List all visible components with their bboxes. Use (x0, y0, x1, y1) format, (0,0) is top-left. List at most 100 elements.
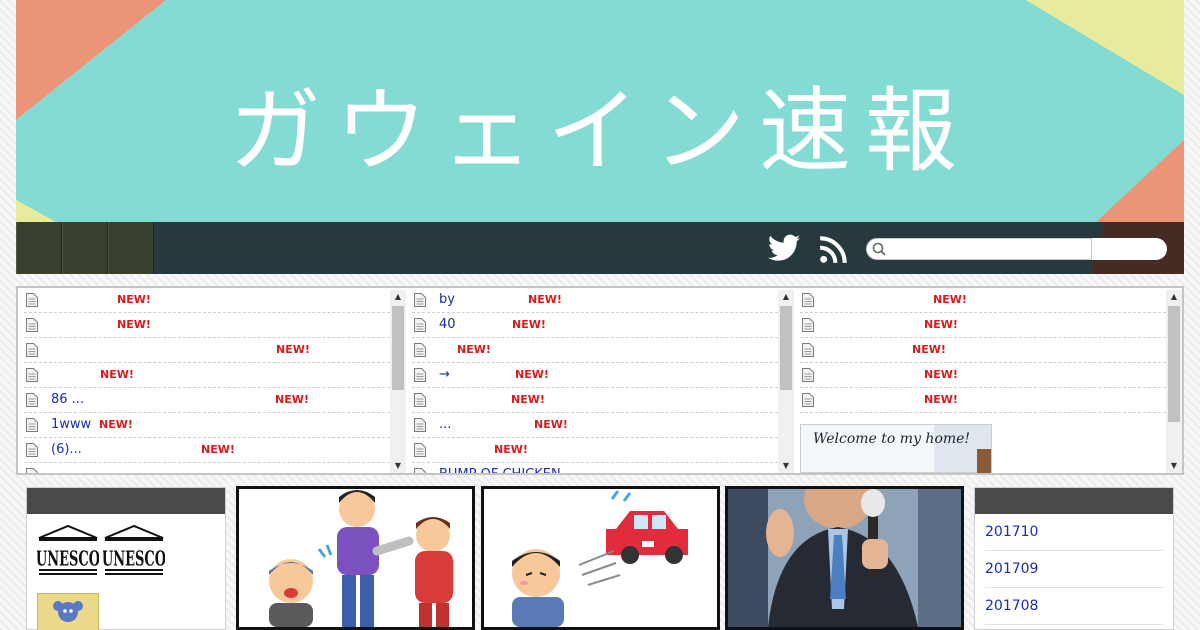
rss-item-title[interactable]: ... (439, 413, 451, 437)
document-icon (414, 368, 426, 382)
unesco-logo[interactable]: UNESCO (36, 524, 100, 584)
rss-item[interactable]: NEW! (412, 338, 778, 363)
archive-link[interactable]: 201710 (985, 524, 1038, 540)
scroll-up-icon[interactable]: ▲ (778, 290, 794, 304)
document-icon (26, 418, 38, 432)
new-badge: NEW! (99, 418, 133, 431)
new-badge: NEW! (100, 368, 134, 381)
scroll-down-icon[interactable]: ▼ (778, 459, 794, 473)
new-badge: NEW! (515, 368, 549, 381)
featured-image-2[interactable] (481, 486, 720, 630)
rss-item[interactable]: ... NEW! (412, 413, 778, 438)
car-accident-illustration (484, 489, 717, 627)
bullying-illustration (239, 489, 472, 627)
rss-item[interactable]: NEW! (800, 288, 1166, 313)
rss-item[interactable]: BUMP OF CHICKEN (412, 463, 778, 473)
archive-item: 201710 (985, 514, 1163, 551)
door-graphic (977, 449, 991, 473)
new-badge: NEW! (528, 293, 562, 306)
scroll-up-icon[interactable]: ▲ (1166, 290, 1182, 304)
new-badge: NEW! (275, 393, 309, 406)
document-icon (802, 368, 814, 382)
rss-item[interactable]: NEW! (800, 338, 1166, 363)
document-icon (414, 393, 426, 407)
rss-scrollbar-2[interactable]: ▲ ▼ (778, 290, 794, 473)
rss-item[interactable]: NEW! (800, 363, 1166, 388)
archive-link[interactable]: 201708 (985, 598, 1038, 614)
rss-scrollbar-1[interactable]: ▲ ▼ (390, 290, 406, 473)
rss-item[interactable]: 40 NEW! (412, 313, 778, 338)
archive-list: 201710 201709 201708 (975, 514, 1173, 625)
mascot-image[interactable] (37, 593, 99, 630)
nav-tab-2[interactable] (62, 222, 108, 274)
archive-link[interactable]: 201709 (985, 561, 1038, 577)
rss-item[interactable]: NEW! (412, 388, 778, 413)
rss-item[interactable]: NEW! (24, 288, 390, 313)
rss-item-title[interactable]: → (439, 363, 450, 387)
rss-scrollbar-3[interactable]: ▲ ▼ (1166, 290, 1182, 473)
rss-item-title[interactable]: by (439, 288, 455, 312)
rss-item[interactable]: NEW! (24, 338, 390, 363)
rss-item[interactable]: NEW! (24, 363, 390, 388)
rss-item[interactable]: → NEW! (412, 363, 778, 388)
scroll-down-icon[interactable]: ▼ (1166, 459, 1182, 473)
document-icon (26, 368, 38, 382)
rss-list: NEW! NEW! NEW! NEW! NEW! (796, 288, 1166, 413)
new-badge: NEW! (457, 343, 491, 356)
document-icon (414, 468, 426, 473)
site-title[interactable]: ガウェイン速報 (16, 62, 1184, 202)
rss-item[interactable]: NEW! (800, 388, 1166, 413)
rss-item[interactable]: NEW! (800, 313, 1166, 338)
rss-item[interactable]: by NEW! (412, 288, 778, 313)
rss-item[interactable]: 86 ... NEW! (24, 388, 390, 413)
rss-item[interactable] (24, 463, 390, 473)
new-badge: NEW! (933, 293, 967, 306)
archive-item: 201708 (985, 588, 1163, 625)
rss-item-title[interactable]: BUMP OF CHICKEN (439, 463, 561, 473)
new-badge: NEW! (511, 393, 545, 406)
rss-item-title[interactable]: 40 (439, 313, 456, 337)
search-button[interactable] (1091, 238, 1167, 260)
search-input[interactable] (889, 240, 1089, 258)
nav-tab-3[interactable] (108, 222, 154, 274)
document-icon (26, 443, 38, 457)
new-badge: NEW! (117, 318, 151, 331)
featured-image-1[interactable] (236, 486, 475, 630)
rss-item[interactable]: 1www NEW! (24, 413, 390, 438)
rss-item-title[interactable]: 86 ... (51, 388, 84, 412)
scroll-down-icon[interactable]: ▼ (390, 459, 406, 473)
scrollbar-thumb[interactable] (392, 306, 404, 390)
rss-item-title[interactable]: (6)... (51, 438, 82, 462)
scrollbar-thumb[interactable] (1168, 306, 1180, 422)
twitter-icon[interactable] (768, 234, 800, 262)
rss-item-title[interactable]: 1www (51, 413, 91, 437)
document-icon (802, 393, 814, 407)
rss-column-2: byNEW!40NEW!NEW!→NEW!NEW!...NEW!NEW!BUMP… (408, 288, 778, 473)
new-badge: NEW! (201, 443, 235, 456)
rss-item[interactable]: (6)... NEW! (24, 438, 390, 463)
rss-item[interactable]: NEW! (24, 313, 390, 338)
rss-feed-area: NEW! NEW! NEW! NEW! 86 ... NEW! 1www NEW! (6)...… (16, 286, 1184, 475)
rss-item[interactable]: NEW! (412, 438, 778, 463)
scroll-up-icon[interactable]: ▲ (390, 290, 406, 304)
new-badge: NEW! (117, 293, 151, 306)
site-banner[interactable]: ガウェイン速報 (16, 0, 1184, 222)
new-badge: NEW! (534, 418, 568, 431)
document-icon (414, 318, 426, 332)
search-box (866, 238, 1167, 260)
unesco-logo[interactable]: UNESCO (102, 524, 166, 584)
unesco-logo-graphic: UNESCO (36, 524, 100, 575)
archive-item: 201709 (985, 551, 1163, 588)
document-icon (414, 418, 426, 432)
document-icon (802, 318, 814, 332)
welcome-image[interactable]: Welcome to my home! (800, 424, 992, 473)
scrollbar-thumb[interactable] (780, 306, 792, 390)
rss-icon[interactable] (819, 236, 847, 264)
nav-tab-1[interactable] (16, 222, 62, 274)
document-icon (26, 293, 38, 307)
nav-bar (16, 222, 1184, 274)
featured-image-3[interactable] (725, 486, 964, 630)
document-icon (414, 443, 426, 457)
widget-header (975, 488, 1173, 514)
document-icon (802, 343, 814, 357)
